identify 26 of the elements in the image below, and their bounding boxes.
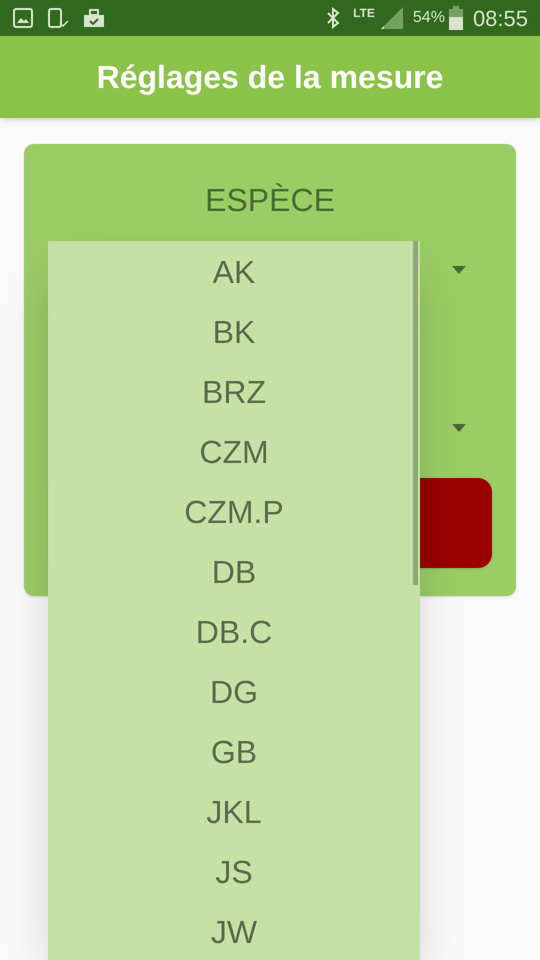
dropdown-item[interactable]: DG: [48, 662, 420, 722]
battery-level: 54%: [412, 8, 445, 28]
dropdown-item[interactable]: BRZ: [48, 362, 420, 422]
dropdown-item[interactable]: DB.C: [48, 602, 420, 662]
dropdown-item[interactable]: AK: [48, 242, 420, 302]
dropdown-item[interactable]: JW: [48, 902, 420, 960]
dropdown-arrow-icon: [452, 266, 466, 274]
dropdown-item[interactable]: BK: [48, 302, 420, 362]
dropdown-item[interactable]: CZM: [48, 422, 420, 482]
network-type: LTE: [353, 7, 375, 22]
card-title: ESPÈCE: [204, 181, 336, 220]
dropdown-item[interactable]: GB: [48, 722, 420, 782]
bluetooth-icon: [325, 7, 342, 29]
scrollbar[interactable]: [413, 241, 418, 585]
dropdown-item[interactable]: JKL: [48, 782, 420, 842]
dropdown-item[interactable]: CZM.P: [48, 482, 420, 542]
image-icon: [12, 7, 34, 29]
briefcase-check-icon: [82, 7, 106, 29]
dropdown-arrow-icon: [452, 424, 466, 432]
dropdown-item[interactable]: DB: [48, 542, 420, 602]
app-title: Réglages de la mesure: [96, 58, 444, 97]
signal-icon: [378, 5, 405, 31]
clock: 08:55: [472, 4, 528, 32]
tablet-check-icon: [46, 7, 70, 29]
dropdown-item[interactable]: JS: [48, 842, 420, 902]
battery-icon: [448, 6, 463, 30]
